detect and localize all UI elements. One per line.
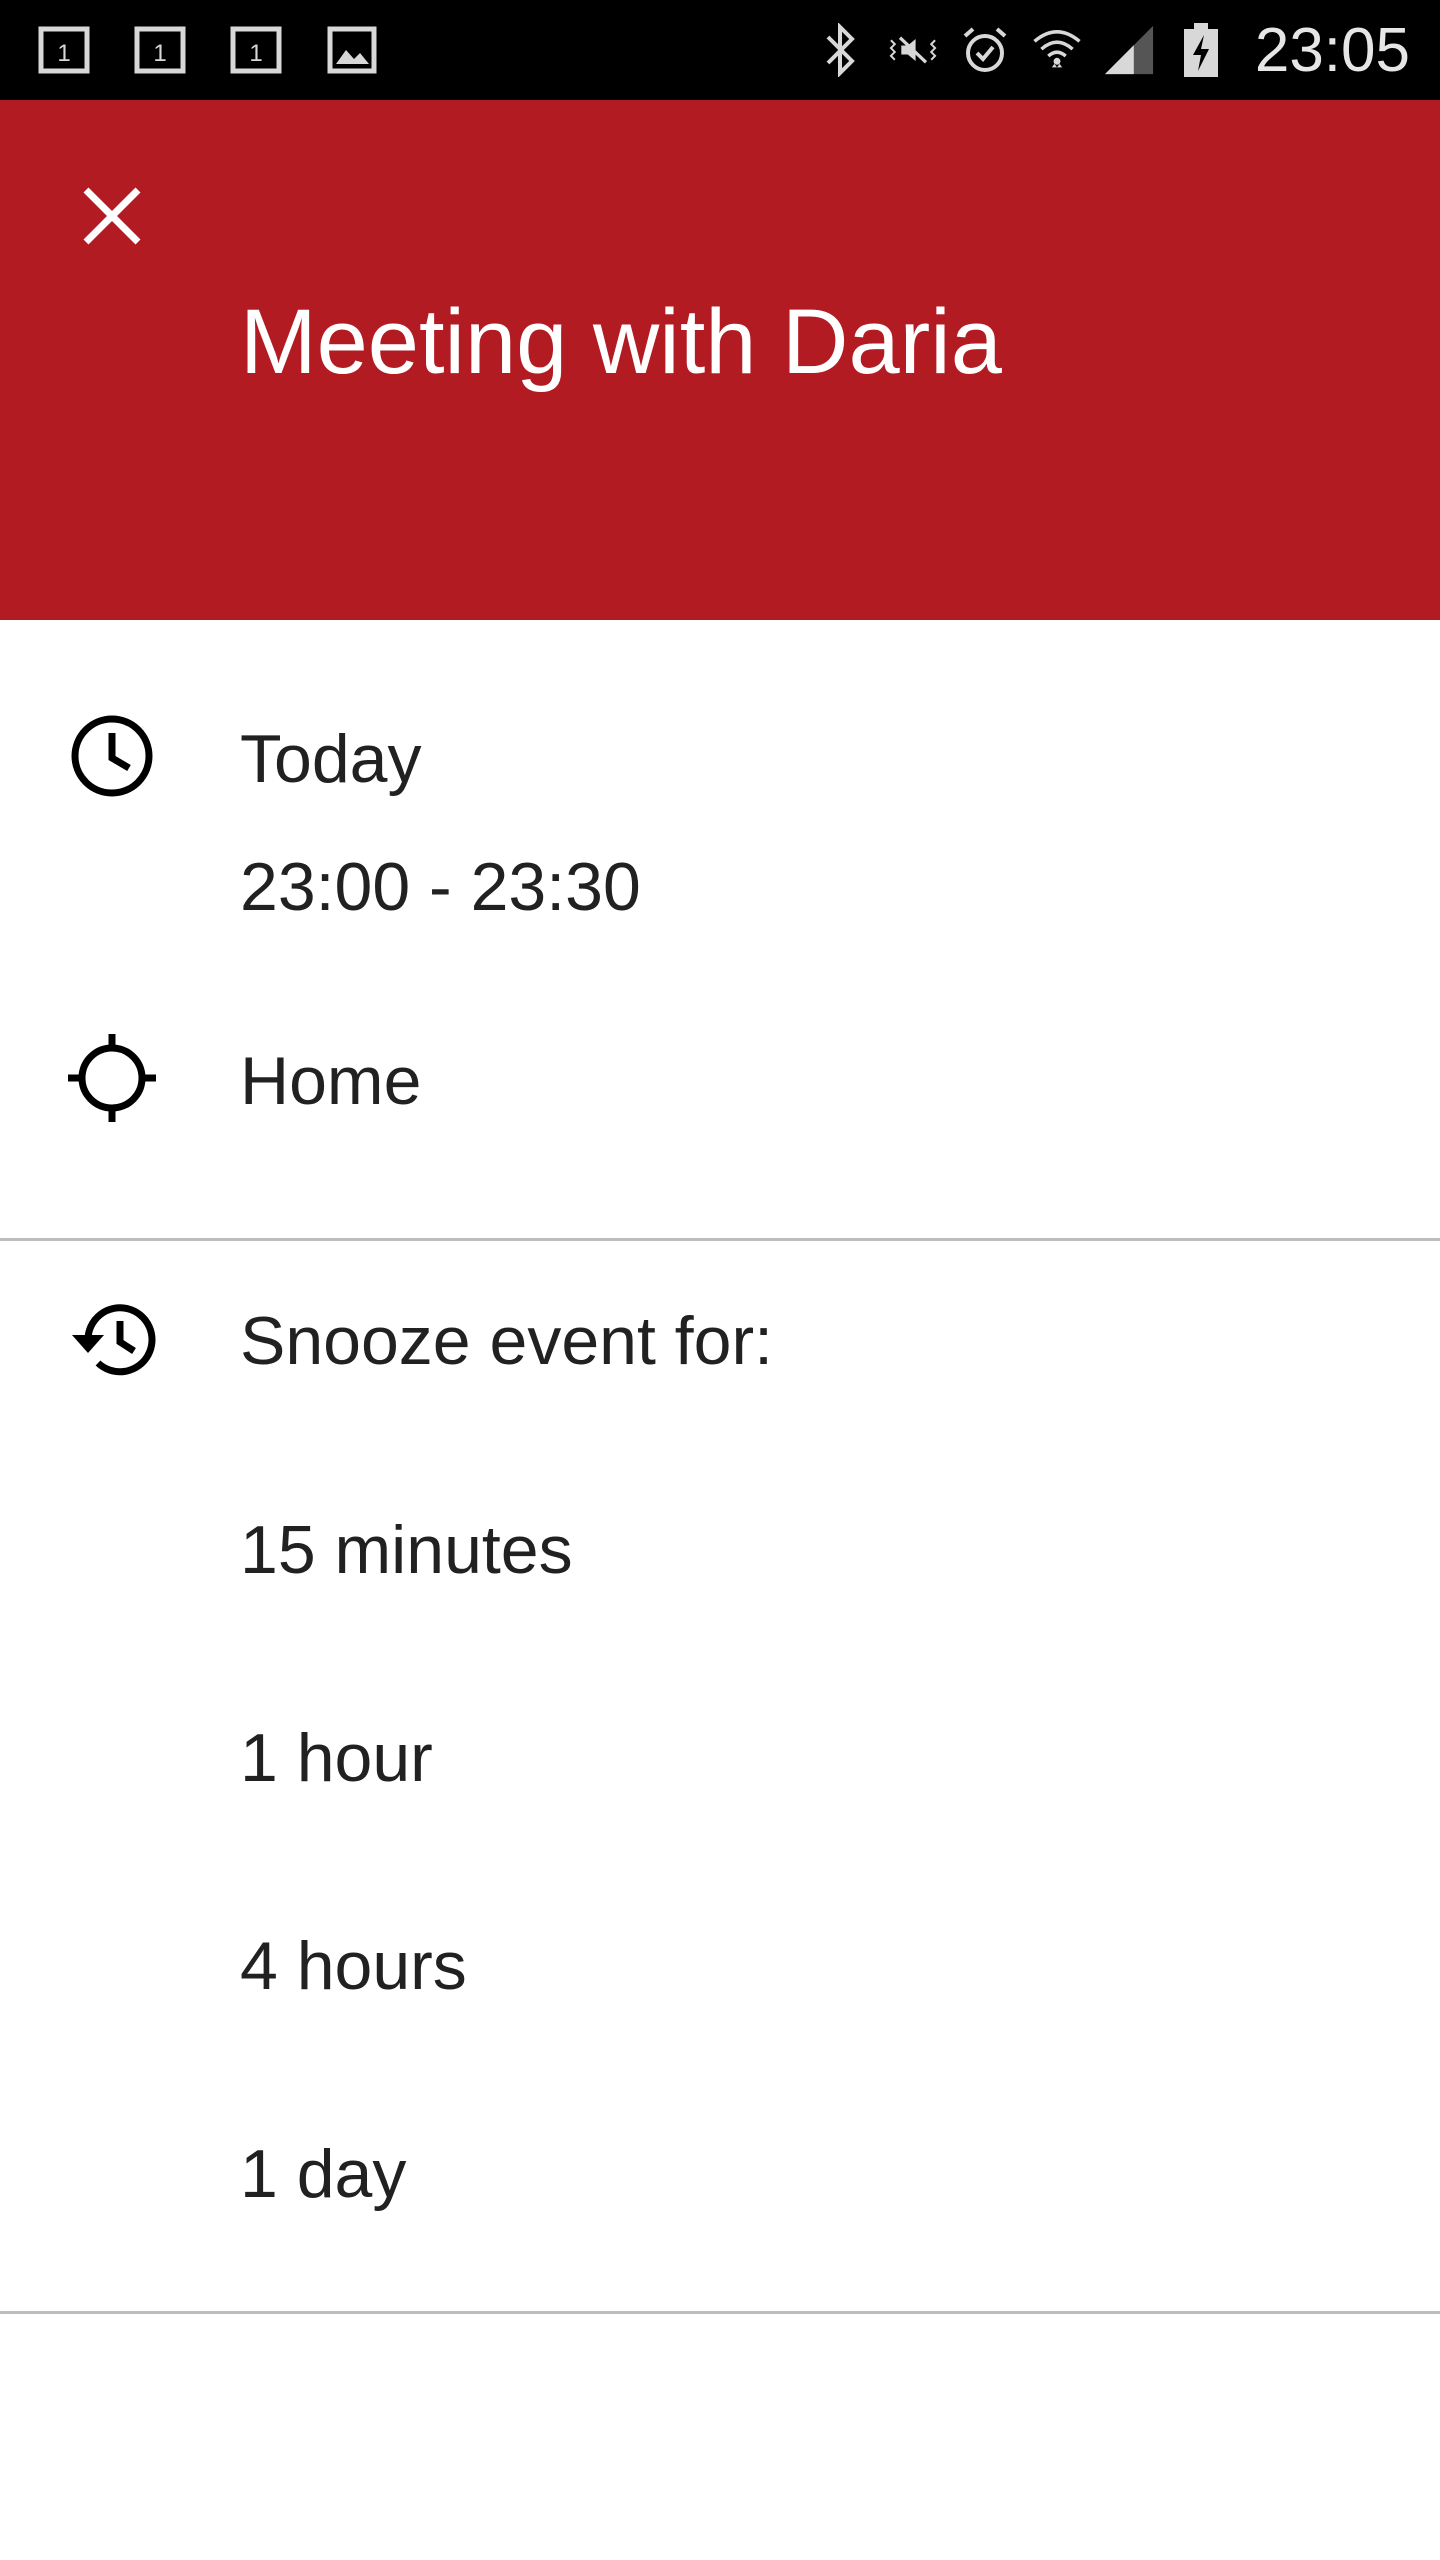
snooze-option-1-day[interactable]: 1 day: [0, 2074, 1440, 2274]
battery-charging-icon: [1175, 20, 1227, 80]
vibrate-icon: [887, 20, 939, 80]
event-title: Meeting with Daria: [240, 291, 1002, 393]
calendar-notification-icon: 1: [132, 22, 188, 78]
system-icons: 23:05: [815, 14, 1410, 86]
snooze-option-label: 4 hours: [240, 1928, 467, 2004]
divider: [0, 2311, 1440, 2314]
snooze-option-label: 1 day: [240, 2136, 407, 2212]
clock-icon: [64, 708, 160, 804]
snooze-option-4-hours[interactable]: 4 hours: [0, 1866, 1440, 2066]
event-date: Today: [240, 721, 422, 797]
svg-text:1: 1: [153, 40, 166, 67]
event-location: Home: [240, 1043, 422, 1119]
svg-text:1: 1: [57, 40, 70, 67]
status-bar: 1 1 1 23:05: [0, 0, 1440, 100]
snooze-option-15-minutes[interactable]: 15 minutes: [0, 1450, 1440, 1650]
close-button[interactable]: [62, 166, 162, 266]
snooze-option-1-hour[interactable]: 1 hour: [0, 1658, 1440, 1858]
wifi-icon: [1031, 20, 1083, 80]
svg-text:1: 1: [249, 40, 262, 67]
image-notification-icon: [324, 22, 380, 78]
event-time-range: 23:00 - 23:30: [240, 849, 641, 925]
status-time: 23:05: [1254, 15, 1410, 85]
snooze-label: Snooze event for:: [240, 1303, 774, 1379]
notification-icons: 1 1 1: [36, 22, 380, 78]
divider: [0, 1238, 1440, 1241]
calendar-notification-icon: 1: [228, 22, 284, 78]
calendar-notification-icon: 1: [36, 22, 92, 78]
snooze-option-label: 15 minutes: [240, 1512, 573, 1588]
snooze-option-label: 1 hour: [240, 1720, 433, 1796]
bluetooth-icon: [815, 20, 867, 80]
signal-icon: [1103, 20, 1155, 80]
location-crosshair-icon: [64, 1030, 160, 1126]
close-icon: [83, 187, 141, 245]
alarm-icon: [959, 20, 1011, 80]
snooze-history-icon: [64, 1292, 160, 1388]
